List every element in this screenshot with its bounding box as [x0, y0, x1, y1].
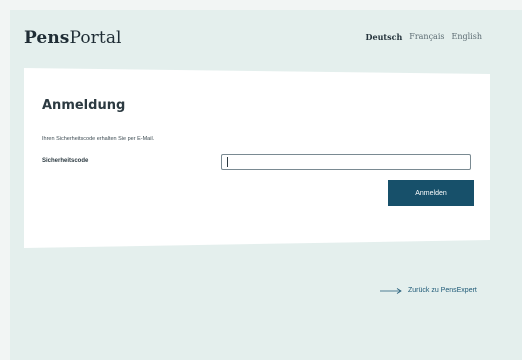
- lang-francais[interactable]: Français: [409, 32, 444, 42]
- pensportal-logo[interactable]: PensPortal: [24, 28, 122, 48]
- arrow-right-icon: [380, 287, 402, 294]
- page-title: Anmeldung: [42, 98, 126, 113]
- security-code-input[interactable]: [221, 154, 471, 170]
- page-background: PensPortal Deutsch Français English Anme…: [10, 10, 522, 360]
- lang-english[interactable]: English: [452, 32, 483, 42]
- login-card: Anmeldung Ihren Sicherheitscode erhalten…: [24, 68, 490, 248]
- back-link[interactable]: Zurück zu PensExpert: [380, 287, 477, 294]
- logo-regular-text: Portal: [69, 28, 122, 48]
- back-link-label: Zurück zu PensExpert: [408, 287, 477, 294]
- security-code-label: Sicherheitscode: [42, 158, 89, 164]
- logo-bold-text: Pens: [24, 28, 70, 48]
- info-text: Ihren Sicherheitscode erhalten Sie per E…: [42, 136, 155, 142]
- login-button[interactable]: Anmelden: [388, 180, 474, 206]
- text-cursor: [227, 157, 228, 167]
- language-switcher: Deutsch Français English: [366, 32, 482, 42]
- lang-deutsch[interactable]: Deutsch: [366, 32, 403, 42]
